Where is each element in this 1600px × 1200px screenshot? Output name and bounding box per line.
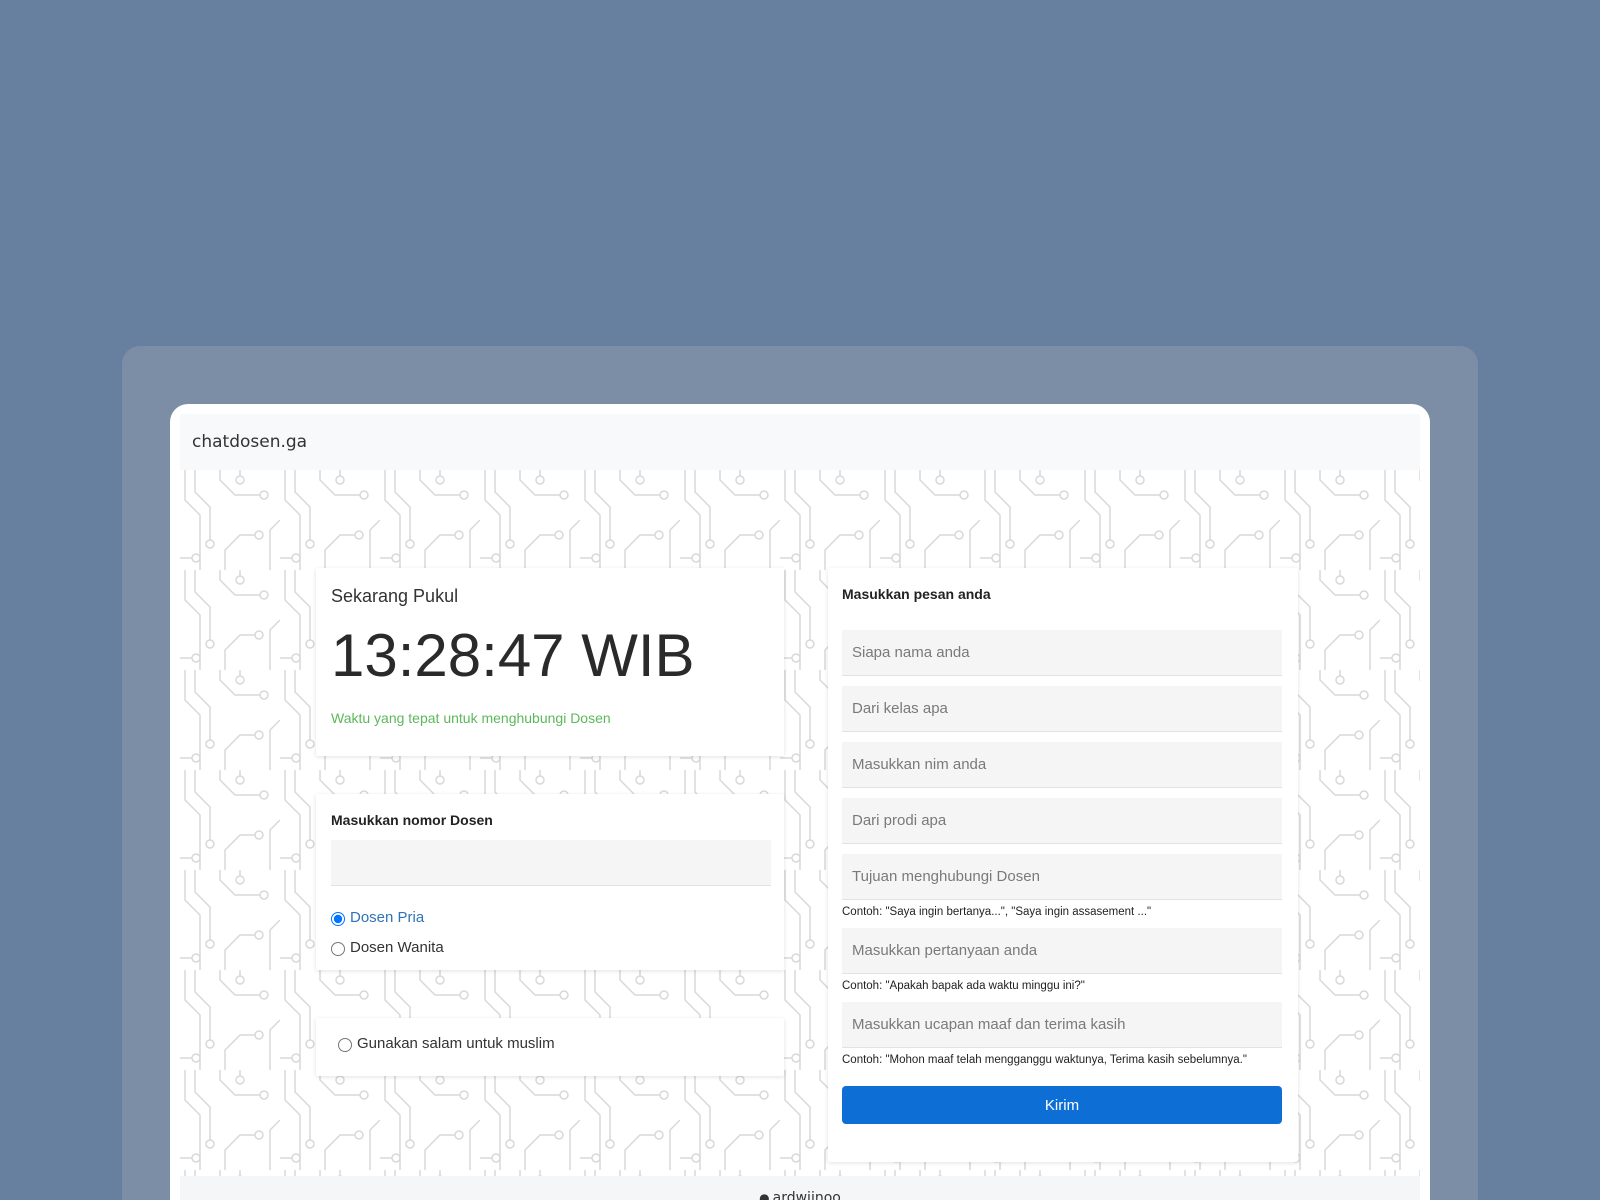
closing-input[interactable] xyxy=(842,1002,1282,1048)
nim-input[interactable] xyxy=(842,742,1282,788)
message-card: Masukkan pesan anda Contoh: "Saya ingin … xyxy=(828,568,1298,1162)
footer: ● ardwiinoo xyxy=(180,1176,1420,1200)
navbar: chatdosen.ga xyxy=(180,414,1420,470)
class-input[interactable] xyxy=(842,686,1282,732)
radio-dosen-pria-row[interactable]: Dosen Pria xyxy=(331,908,769,926)
radio-dosen-pria-label[interactable]: Dosen Pria xyxy=(350,909,424,926)
browser-window: chatdosen.ga Sekarang Pukul 13:28:47 WIB… xyxy=(170,404,1430,1200)
radio-salam-muslim[interactable] xyxy=(338,1038,352,1052)
salam-row[interactable]: Gunakan salam untuk muslim xyxy=(338,1034,762,1052)
dosen-card: Masukkan nomor Dosen Dosen Pria Dosen Wa… xyxy=(316,794,784,970)
radio-dosen-wanita-label[interactable]: Dosen Wanita xyxy=(350,939,444,956)
radio-dosen-wanita-row[interactable]: Dosen Wanita xyxy=(331,938,769,956)
purpose-input[interactable] xyxy=(842,854,1282,900)
salam-card: Gunakan salam untuk muslim xyxy=(316,1018,784,1076)
brand-link[interactable]: chatdosen.ga xyxy=(180,432,307,452)
clock-time: 13:28:47 WIB xyxy=(331,622,695,689)
prodi-input[interactable] xyxy=(842,798,1282,844)
clock-hint: Waktu yang tepat untuk menghubungi Dosen xyxy=(331,710,611,726)
clock-label: Sekarang Pukul xyxy=(331,586,459,606)
submit-button[interactable]: Kirim xyxy=(842,1086,1282,1124)
github-icon: ● xyxy=(759,1191,770,1200)
closing-hint: Contoh: "Mohon maaf telah mengganggu wak… xyxy=(842,1054,1247,1066)
question-hint: Contoh: "Apakah bapak ada waktu minggu i… xyxy=(842,980,1085,992)
radio-dosen-wanita[interactable] xyxy=(331,942,345,956)
dosen-title: Masukkan nomor Dosen xyxy=(331,812,493,828)
circuit-background: Sekarang Pukul 13:28:47 WIB Waktu yang t… xyxy=(180,470,1420,1176)
message-title: Masukkan pesan anda xyxy=(842,586,991,602)
radio-dosen-pria[interactable] xyxy=(331,912,345,926)
dosen-number-input[interactable] xyxy=(331,840,771,886)
author-link[interactable]: ardwiinoo xyxy=(773,1190,841,1200)
purpose-hint: Contoh: "Saya ingin bertanya...", "Saya … xyxy=(842,906,1152,918)
clock-card: Sekarang Pukul 13:28:47 WIB Waktu yang t… xyxy=(316,568,784,756)
salam-label[interactable]: Gunakan salam untuk muslim xyxy=(357,1035,555,1052)
question-input[interactable] xyxy=(842,928,1282,974)
name-input[interactable] xyxy=(842,630,1282,676)
